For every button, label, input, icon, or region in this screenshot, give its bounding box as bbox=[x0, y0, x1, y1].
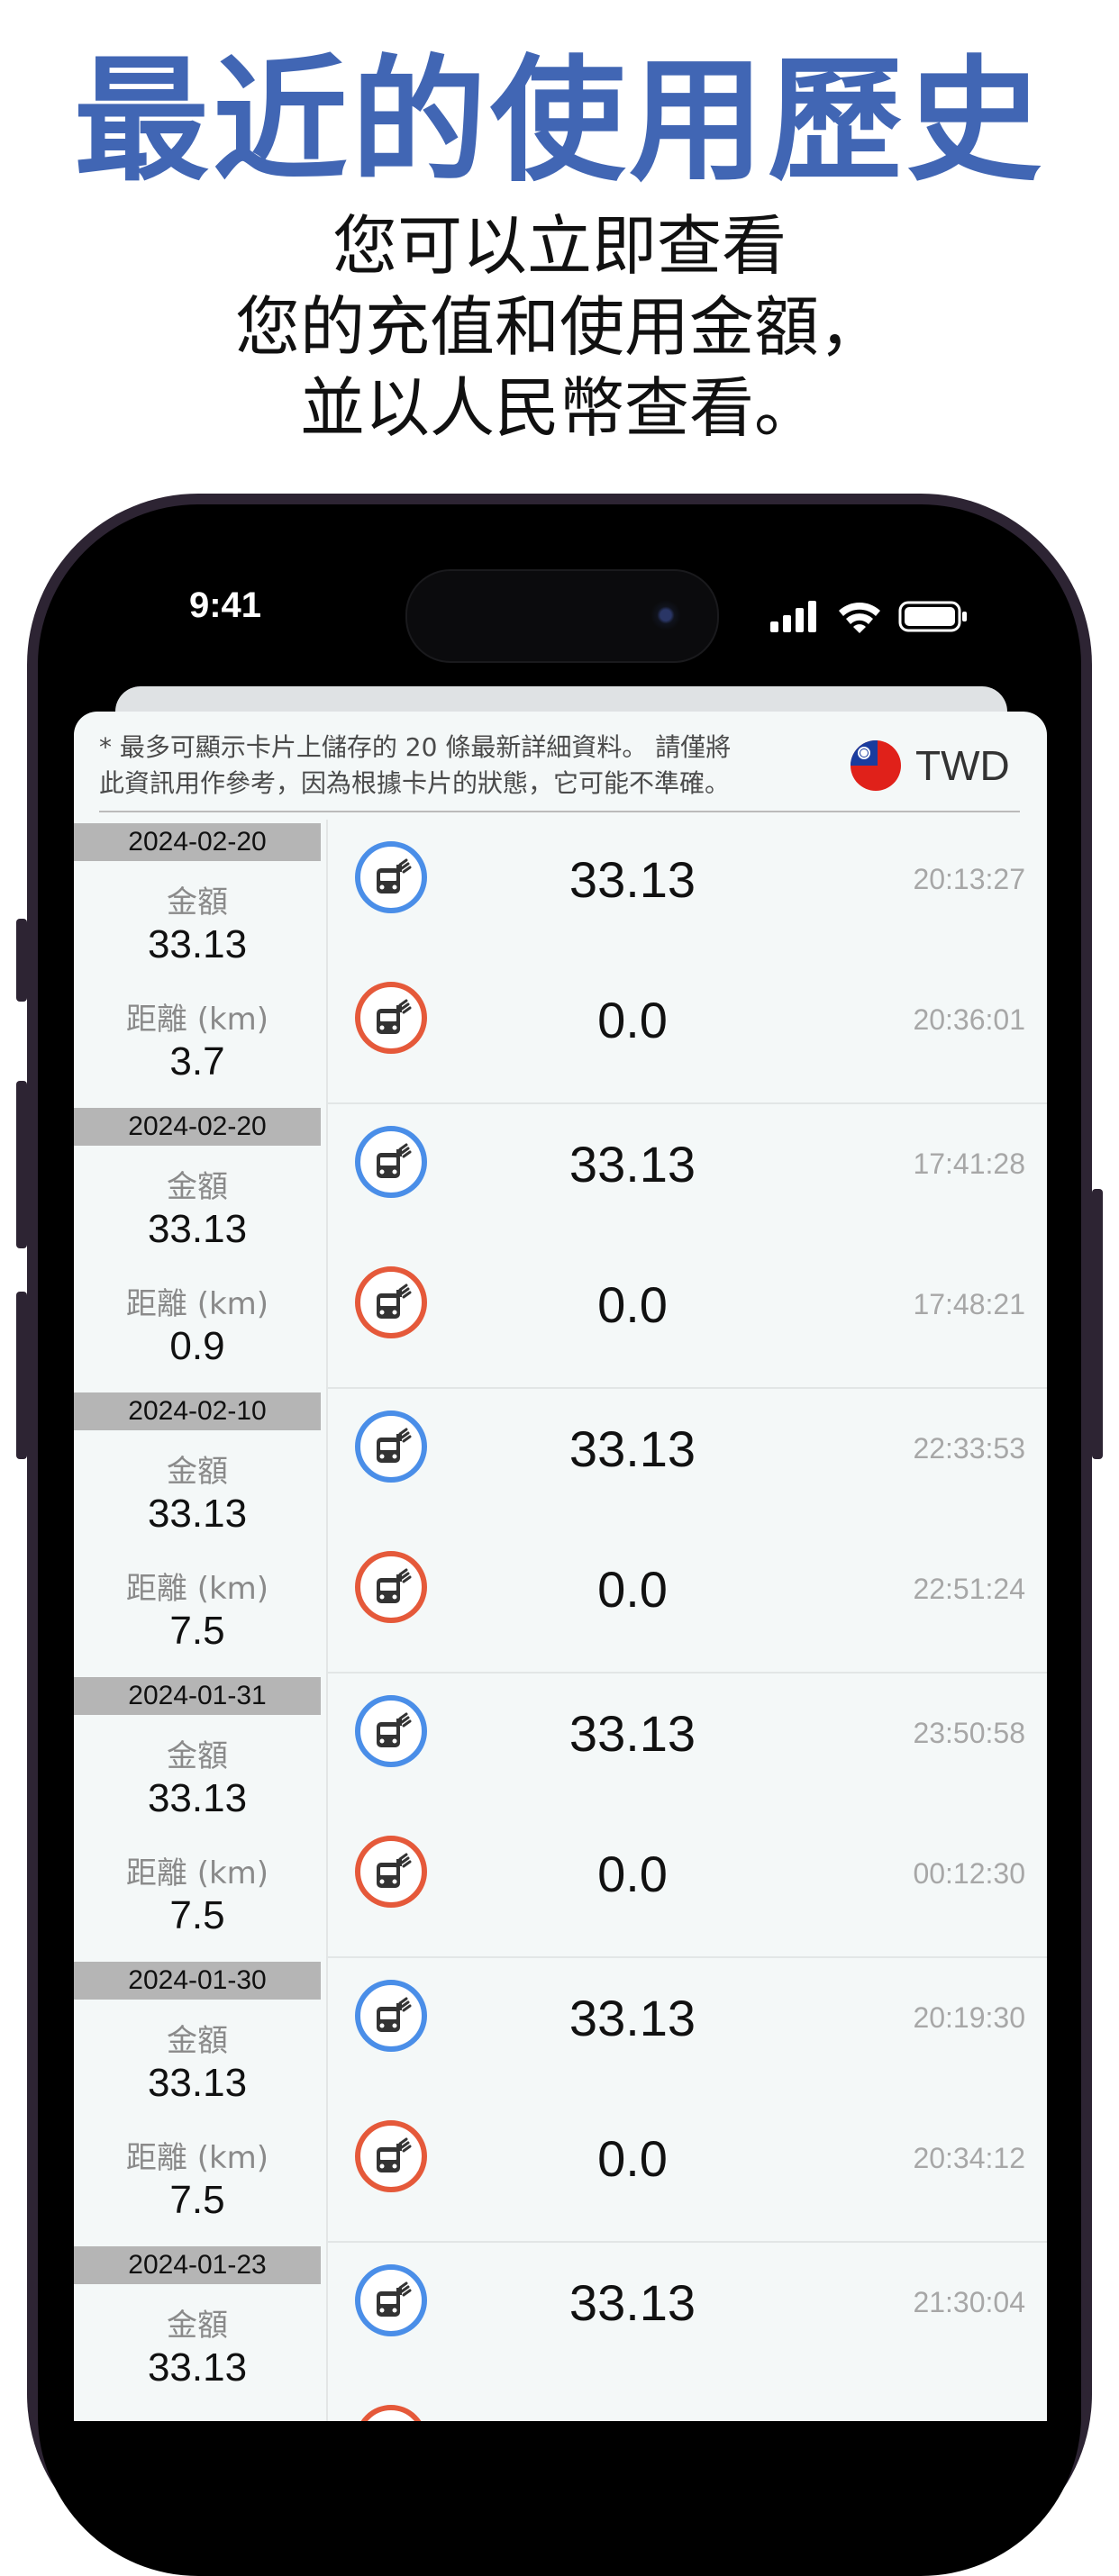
trip-summary: 2024-02-10 金額 33.13 距離 (km) 7.5 bbox=[74, 1389, 328, 1673]
amount-label: 金額 bbox=[167, 2023, 228, 2059]
entry-amount: 33.13 bbox=[569, 1136, 696, 1193]
trip-date: 2024-01-31 bbox=[74, 1677, 321, 1715]
signal-icon bbox=[770, 601, 816, 632]
exit-time: 22:51:24 bbox=[913, 1573, 1025, 1605]
bus-entry-icon bbox=[355, 1126, 427, 1198]
trip-date: 2024-02-10 bbox=[74, 1392, 321, 1430]
distance-label: 距離 (km) bbox=[74, 2417, 321, 2421]
bus-exit-icon bbox=[355, 1551, 427, 1623]
trip-amount: 33.13 bbox=[147, 1492, 248, 1536]
trip-summary: 2024-01-30 金額 33.13 距離 (km) 7.5 bbox=[74, 1958, 328, 2243]
amount-label: 金額 bbox=[167, 1454, 228, 1490]
exit-amount: 0.0 bbox=[597, 1276, 668, 1333]
entry-amount: 33.13 bbox=[569, 851, 696, 908]
bus-entry-icon bbox=[355, 2264, 427, 2336]
entry-amount: 33.13 bbox=[569, 1705, 696, 1762]
trip-amount: 33.13 bbox=[147, 1776, 248, 1820]
entry-time: 20:13:27 bbox=[913, 863, 1025, 895]
bus-exit-icon bbox=[355, 1836, 427, 1908]
trip-amount: 33.13 bbox=[147, 1207, 248, 1251]
status-icons bbox=[770, 598, 969, 634]
trip-amount: 33.13 bbox=[147, 2345, 248, 2390]
trip-row[interactable]: 2024-02-10 金額 33.13 距離 (km) 7.5 33.13 22… bbox=[74, 1389, 1047, 1673]
amount-label: 金額 bbox=[167, 1738, 228, 1774]
trip-distance: 7.5 bbox=[169, 2178, 225, 2222]
promo-title: 最近的使用歷史 bbox=[73, 43, 1045, 200]
entry-amount: 33.13 bbox=[569, 1990, 696, 2046]
entry-time: 23:50:58 bbox=[913, 1717, 1025, 1749]
distance-label: 距離 (km) bbox=[125, 1855, 269, 1891]
exit-time: 00:12:30 bbox=[913, 1857, 1025, 1890]
distance-label: 距離 (km) bbox=[125, 1571, 269, 1607]
distance-label: 距離 (km) bbox=[125, 1002, 269, 1038]
trip-date: 2024-02-20 bbox=[74, 823, 321, 861]
battery-icon bbox=[898, 601, 967, 632]
bus-entry-icon bbox=[355, 1410, 427, 1483]
trip-distance: 0.9 bbox=[169, 1324, 225, 1368]
entry-time: 22:33:53 bbox=[913, 1432, 1025, 1465]
exit-time: 17:48:21 bbox=[913, 1288, 1025, 1320]
trip-amount: 33.13 bbox=[147, 922, 248, 966]
trip-row[interactable]: 2024-01-30 金額 33.13 距離 (km) 7.5 33.13 20… bbox=[74, 1958, 1047, 2243]
trip-row[interactable]: 2024-02-20 金額 33.13 距離 (km) 0.9 33.13 17… bbox=[74, 1104, 1047, 1389]
trip-row[interactable]: 2024-02-20 金額 33.13 距離 (km) 3.7 33.13 20… bbox=[74, 820, 1047, 1104]
exit-time: 20:36:01 bbox=[913, 1003, 1025, 1036]
trip-summary: 2024-02-20 金額 33.13 距離 (km) 3.7 bbox=[74, 820, 328, 1104]
trip-amount: 33.13 bbox=[147, 2061, 248, 2105]
distance-label: 距離 (km) bbox=[125, 2140, 269, 2176]
bus-exit-icon bbox=[355, 1266, 427, 1338]
promo-line-1: 您可以立即查看 bbox=[332, 208, 787, 284]
entry-time: 17:41:28 bbox=[913, 1147, 1025, 1180]
volume-down-button bbox=[16, 1292, 27, 1459]
promo-line-2: 您的充值和使用金額， bbox=[234, 289, 884, 365]
amount-label: 金額 bbox=[167, 2308, 228, 2344]
distance-label: 距離 (km) bbox=[125, 1286, 269, 1322]
entry-amount: 33.13 bbox=[569, 2274, 696, 2331]
wifi-icon bbox=[839, 603, 880, 633]
power-button bbox=[1092, 1189, 1103, 1459]
amount-label: 金額 bbox=[167, 1169, 228, 1205]
promo-line-3: 並以人民幣查看。 bbox=[299, 370, 819, 446]
exit-time: 20:34:12 bbox=[913, 2142, 1025, 2174]
currency-label: TWD bbox=[915, 742, 1010, 789]
notice-text: * 最多可顯示卡片上儲存的 20 條最新詳細資料。 請僅將 此資訊用作參考，因為… bbox=[99, 732, 732, 798]
exit-amount: 0.0 bbox=[597, 992, 668, 1048]
trip-row[interactable]: 2024-01-31 金額 33.13 距離 (km) 7.5 33.13 23… bbox=[74, 1673, 1047, 1958]
trip-distance: 7.5 bbox=[169, 1609, 225, 1653]
trip-summary: 2024-02-20 金額 33.13 距離 (km) 0.9 bbox=[74, 1104, 328, 1389]
bus-entry-icon bbox=[355, 1695, 427, 1767]
entry-time: 20:19:30 bbox=[913, 2001, 1025, 2034]
currency-selector[interactable]: TWD bbox=[851, 739, 1010, 793]
history-panel[interactable]: * 最多可顯示卡片上儲存的 20 條最新詳細資料。 請僅將 此資訊用作參考，因為… bbox=[74, 712, 1047, 2421]
bus-exit-icon bbox=[355, 2120, 427, 2192]
action-button bbox=[16, 919, 27, 1002]
trip-date: 2024-02-20 bbox=[74, 1108, 321, 1146]
trip-distance: 7.5 bbox=[169, 1893, 225, 1937]
exit-amount: 0.0 bbox=[597, 1846, 668, 1902]
amount-label: 金額 bbox=[167, 884, 228, 921]
bus-entry-icon bbox=[355, 1980, 427, 2052]
trip-summary: 2024-01-23 金額 33.13 距離 (km) bbox=[74, 2243, 328, 2421]
taiwan-flag-icon bbox=[851, 740, 901, 791]
trip-date: 2024-01-23 bbox=[74, 2246, 321, 2284]
bus-exit-icon bbox=[355, 982, 427, 1054]
trip-date: 2024-01-30 bbox=[74, 1962, 321, 2000]
header-divider bbox=[99, 811, 1020, 812]
volume-up-button bbox=[16, 1081, 27, 1248]
front-camera bbox=[650, 600, 681, 630]
status-time: 9:41 bbox=[188, 585, 262, 625]
exit-amount: 0.0 bbox=[597, 1561, 668, 1618]
entry-amount: 33.13 bbox=[569, 1420, 696, 1477]
bus-exit-icon bbox=[355, 2405, 427, 2421]
trip-summary: 2024-01-31 金額 33.13 距離 (km) 7.5 bbox=[74, 1673, 328, 1958]
bus-entry-icon bbox=[355, 841, 427, 913]
exit-amount: 0.0 bbox=[597, 2130, 668, 2187]
trip-row[interactable]: 2024-01-23 金額 33.13 距離 (km) 33.13 21:30:… bbox=[74, 2243, 1047, 2421]
trip-distance: 3.7 bbox=[169, 1039, 225, 1084]
entry-time: 21:30:04 bbox=[913, 2286, 1025, 2318]
